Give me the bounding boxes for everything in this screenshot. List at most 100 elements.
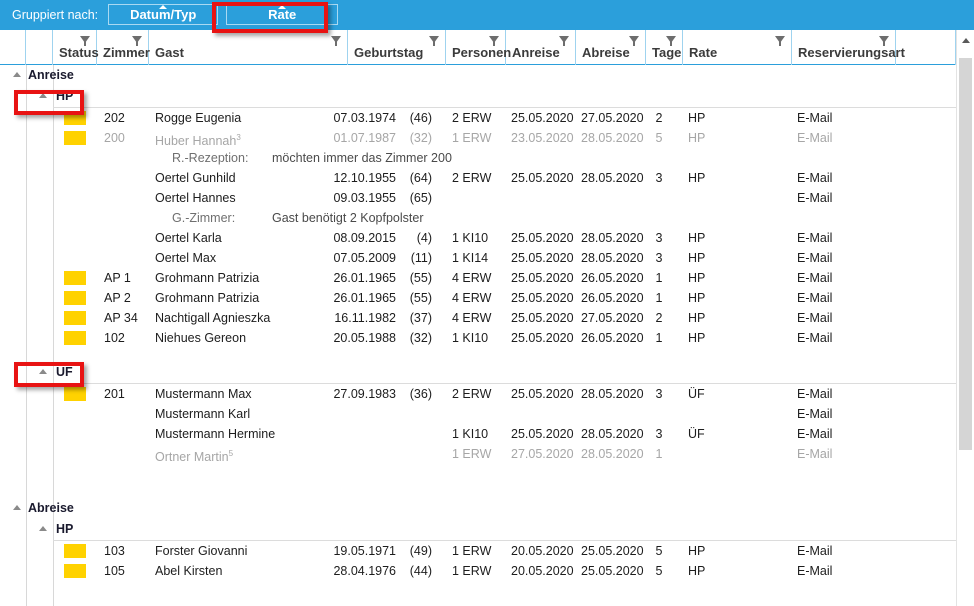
table-row[interactable]: AP 1 Grohmann Patrizia 26.01.1965 (55) 4 ERW… (0, 268, 956, 288)
cell-tage: 1 (655, 291, 663, 305)
cell-reservierungsart: E-Mail (797, 171, 833, 185)
cell-personen: 1 ERW (452, 564, 492, 578)
cell-personen: 2 ERW (452, 171, 492, 185)
table-row[interactable]: 103 Forster Giovanni 19.05.1971 (49) 1 ERW 20… (0, 541, 956, 561)
column-header-tage[interactable]: Tage (646, 30, 683, 65)
cell-rate: HP (688, 311, 706, 325)
table-row[interactable]: AP 2 Grohmann Patrizia 26.01.1965 (55) 4 ERW… (0, 288, 956, 308)
column-header-abreise[interactable]: Abreise (576, 30, 646, 65)
cell-reservierungsart: E-Mail (797, 564, 833, 578)
guest-name: Grohmann Patrizia (155, 271, 260, 285)
filter-icon[interactable] (429, 36, 439, 46)
table-row[interactable]: Oertel Hannes 09.03.1955 (65) E-Mail (0, 188, 956, 208)
table-row[interactable]: Ortner Martin5 1 ERW 27.05.2020 28.05.2020 1… (0, 444, 956, 464)
filter-icon[interactable] (879, 36, 889, 46)
column-header-label: Status (59, 45, 99, 60)
collapse-triangle-icon[interactable] (13, 72, 21, 77)
cell-abreise: 28.05.2020 (581, 171, 644, 185)
table-row[interactable]: Mustermann Karl E-Mail (0, 404, 956, 424)
column-header-spare[interactable] (896, 30, 956, 65)
table-row[interactable]: Oertel Karla 08.09.2015 (4) 1 KI10 25.05.202… (0, 228, 956, 248)
column-header-anreise[interactable]: Anreise (506, 30, 576, 65)
filter-icon[interactable] (666, 36, 676, 46)
cell-alter: (36) (409, 387, 432, 401)
cell-rate: ÜF (688, 387, 705, 401)
cell-personen: 1 KI10 (452, 231, 489, 245)
column-header-reservierungsart[interactable]: Reservierungsart (792, 30, 905, 65)
cell-abreise: 27.05.2020 (581, 111, 644, 125)
cell-anreise: 20.05.2020 (511, 564, 574, 578)
collapse-triangle-icon[interactable] (39, 526, 47, 531)
filter-icon[interactable] (629, 36, 639, 46)
status-swatch (64, 131, 86, 145)
column-header-personen[interactable]: Personen (446, 30, 511, 65)
cell-reservierungsart: E-Mail (797, 407, 833, 421)
filter-icon[interactable] (331, 36, 341, 46)
cell-personen: 1 KI14 (452, 251, 489, 265)
table-row[interactable]: 105 Abel Kirsten 28.04.1976 (44) 1 ERW 20.05.… (0, 561, 956, 581)
column-header-gast[interactable]: Gast (149, 30, 348, 65)
cell-gast: Ortner Martin5 (155, 444, 345, 467)
filter-icon[interactable] (775, 36, 785, 46)
column-header-label: Tage (652, 45, 682, 60)
filter-icon[interactable] (132, 36, 142, 46)
note-label: G.-Zimmer: (172, 211, 236, 225)
collapse-triangle-icon[interactable] (39, 93, 47, 98)
column-header-zimmer[interactable]: Zimmer (97, 30, 150, 65)
column-header-status[interactable]: Status (53, 30, 99, 65)
grid-body[interactable]: Anreise HP 202 Rogge Eugenia 07.03.1974 (46) 2… (0, 65, 956, 606)
table-row[interactable]: 102 Niehues Gereon 20.05.1988 (32) 1 KI10 25.… (0, 328, 956, 348)
table-row[interactable]: 200 Huber Hannah3 01.07.1987 (32) 1 ERW 23.05… (0, 128, 956, 148)
cell-anreise: 25.05.2020 (511, 171, 574, 185)
guest-name: Oertel Gunhild (155, 171, 236, 185)
group-header-row[interactable]: ÜF (0, 362, 956, 384)
note-text: Gast benötigt 2 Kopfpolster (272, 211, 424, 225)
status-swatch (64, 271, 86, 285)
scroll-up-button[interactable] (957, 33, 974, 47)
cell-personen: 4 ERW (452, 271, 492, 285)
table-row[interactable]: Oertel Gunhild 12.10.1955 (64) 2 ERW 25.05.2… (0, 168, 956, 188)
cell-rate: HP (688, 131, 706, 145)
table-row[interactable]: AP 34 Nachtigall Agnieszka 16.11.1982 (37) 4… (0, 308, 956, 328)
column-header-label: Anreise (512, 45, 560, 60)
row-spacer (0, 348, 956, 362)
cell-geburtstag: 08.09.2015 (333, 231, 396, 245)
cell-abreise: 26.05.2020 (581, 331, 644, 345)
group-header-row[interactable]: HP (0, 519, 956, 541)
cell-zimmer: 102 (104, 331, 125, 345)
group-header-row[interactable]: Abreise (0, 498, 956, 519)
collapse-triangle-icon[interactable] (39, 369, 47, 374)
cell-abreise: 26.05.2020 (581, 291, 644, 305)
filter-icon[interactable] (80, 36, 90, 46)
status-swatch (64, 291, 86, 305)
column-header-indent[interactable] (26, 30, 53, 65)
cell-geburtstag: 26.01.1965 (333, 271, 396, 285)
scrollbar-thumb[interactable] (959, 58, 972, 450)
cell-anreise: 25.05.2020 (511, 291, 574, 305)
cell-reservierungsart: E-Mail (797, 544, 833, 558)
cell-personen: 4 ERW (452, 311, 492, 325)
table-row[interactable]: 202 Rogge Eugenia 07.03.1974 (46) 2 ERW 25.05… (0, 108, 956, 128)
table-row[interactable]: Oertel Max 07.05.2009 (11) 1 KI14 25.05.2020… (0, 248, 956, 268)
filter-icon[interactable] (559, 36, 569, 46)
collapse-triangle-icon[interactable] (13, 505, 21, 510)
group-header-row[interactable]: Anreise (0, 65, 956, 86)
table-row[interactable]: Mustermann Hermine 1 KI10 25.05.2020 28.05.… (0, 424, 956, 444)
column-header-rate[interactable]: Rate (683, 30, 792, 65)
column-header-label: Zimmer (103, 45, 150, 60)
vertical-scrollbar[interactable] (956, 30, 974, 606)
cell-geburtstag: 20.05.1988 (333, 331, 396, 345)
group-chip-datum-typ[interactable]: Datum/Typ (108, 4, 219, 25)
cell-abreise: 25.05.2020 (581, 564, 644, 578)
column-header-geburtstag[interactable]: Geburtstag (348, 30, 446, 65)
group-chip-rate[interactable]: Rate (226, 4, 339, 25)
cell-reservierungsart: E-Mail (797, 131, 833, 145)
table-row[interactable]: 201 Mustermann Max 27.09.1983 (36) 2 ERW 25.0… (0, 384, 956, 404)
guest-name: Mustermann Hermine (155, 427, 276, 441)
guest-name: Ortner Martin (155, 450, 229, 465)
cell-reservierungsart: E-Mail (797, 311, 833, 325)
cell-abreise: 28.05.2020 (581, 427, 644, 441)
group-header-row[interactable]: HP (0, 86, 956, 108)
filter-icon[interactable] (489, 36, 499, 46)
column-header-expander[interactable] (0, 30, 26, 65)
